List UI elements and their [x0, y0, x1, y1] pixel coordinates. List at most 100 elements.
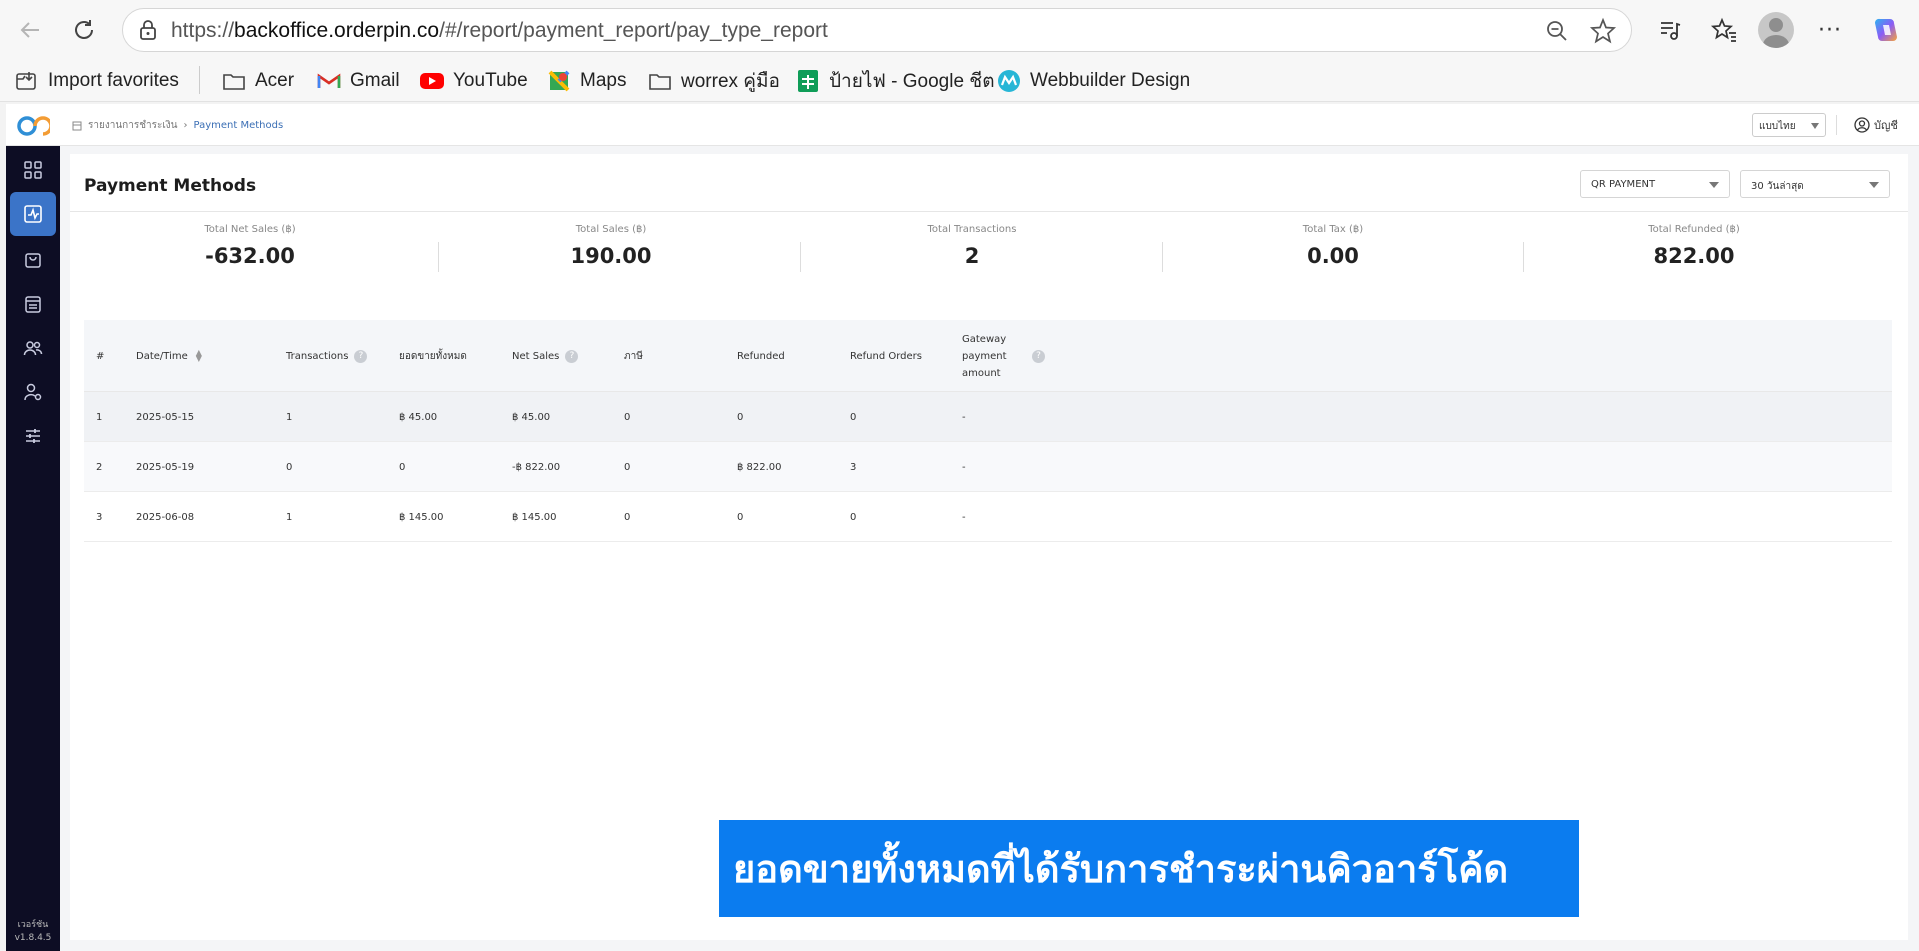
cell-total-sales: 0 [399, 461, 406, 473]
more-options-icon[interactable]: ··· [1814, 14, 1846, 46]
cell-net-sales: ฿ 145.00 [512, 511, 557, 523]
breadcrumb-chevron-icon: › [183, 120, 188, 131]
caption-banner: ยอดขายทั้งหมดที่ได้รับการชำระผ่านคิวอาร์… [719, 820, 1579, 917]
sidebar-item-inventory[interactable] [10, 282, 56, 326]
sidebar-item-customers[interactable] [10, 326, 56, 370]
stat-total-transactions: Total Transactions 2 [927, 224, 1017, 268]
column-datetime[interactable]: Date/Time ▲ ▼ [136, 320, 202, 392]
cell-gateway-amount: - [962, 511, 966, 523]
sidebar-item-orders[interactable] [10, 237, 56, 281]
column-net-sales: Net Sales? [512, 320, 579, 392]
cell-date: 2025-06-08 [136, 511, 195, 523]
column-transactions: Transactions? [286, 320, 368, 392]
cell-index: 2 [96, 461, 103, 473]
app-header: รายงานการชำระเงิน › Payment Methods แบบไ… [6, 104, 1919, 146]
media-icon[interactable] [1654, 14, 1686, 46]
breadcrumb-current: Payment Methods [193, 120, 284, 131]
back-arrow-icon[interactable] [12, 12, 48, 48]
inventory-icon [25, 296, 41, 313]
sidebar-item-settings[interactable] [10, 414, 56, 458]
bookmark-google-sheets[interactable]: ป้ายไฟ - Google ชีต [795, 68, 995, 94]
bookmark-worrex[interactable]: worrex คู่มือ [647, 68, 780, 94]
cell-refund-orders: 0 [850, 411, 857, 423]
cell-tax: 0 [624, 411, 631, 423]
language-select[interactable]: แบบไทย [1752, 113, 1826, 137]
address-bar[interactable]: https://backoffice.orderpin.co/#/report/… [122, 8, 1632, 52]
cell-refund-orders: 3 [850, 461, 857, 473]
bookmark-divider [199, 66, 200, 94]
bookmark-webbuilder[interactable]: Webbuilder Design [996, 68, 1190, 94]
user-circle-icon [1854, 117, 1870, 133]
help-icon[interactable]: ? [1032, 349, 1045, 363]
import-icon [14, 69, 40, 93]
sort-icon[interactable]: ▲ ▼ [196, 349, 202, 363]
help-icon[interactable]: ? [565, 349, 579, 363]
cell-tax: 0 [624, 511, 631, 523]
sidebar-item-reports[interactable] [10, 192, 56, 236]
payment-type-select[interactable]: QR PAYMENT [1580, 170, 1730, 198]
copilot-icon[interactable] [1870, 14, 1902, 46]
stat-total-tax: Total Tax (฿) 0.00 [1302, 224, 1364, 268]
cell-net-sales: ฿ 45.00 [512, 411, 551, 423]
help-icon[interactable]: ? [354, 349, 368, 363]
orderpin-logo[interactable] [16, 113, 50, 139]
sidebar-item-dashboard[interactable] [10, 148, 56, 192]
column-tax: ภาษี [624, 350, 643, 362]
youtube-icon [419, 69, 445, 93]
table-header: # Date/Time ▲ ▼ Transactions? ยอดขายทั้งหม… [84, 320, 1892, 392]
sidebar-item-staff[interactable] [10, 370, 56, 414]
sheets-icon [795, 69, 821, 93]
column-refunded: Refunded [737, 350, 785, 362]
app-window: รายงานการชำระเงิน › Payment Methods แบบไ… [6, 104, 1919, 951]
cell-index: 1 [96, 411, 103, 423]
chevron-down-icon [1811, 123, 1819, 129]
column-refund-orders: Refund Orders [850, 350, 923, 362]
zoom-out-icon[interactable] [1545, 19, 1569, 43]
bookmark-acer[interactable]: Acer [221, 68, 294, 94]
date-range-select[interactable]: 30 วันล่าสุด [1740, 170, 1890, 198]
cell-refunded: 0 [737, 511, 744, 523]
cell-refunded: 0 [737, 411, 744, 423]
folder-icon [221, 69, 247, 93]
bookmark-maps[interactable]: Maps [546, 68, 626, 94]
cell-index: 3 [96, 511, 103, 523]
favorites-list-icon[interactable] [1708, 14, 1740, 46]
maps-icon [546, 69, 572, 93]
refresh-icon[interactable] [66, 12, 102, 48]
breadcrumb-parent[interactable]: รายงานการชำระเงิน [88, 118, 178, 133]
header-divider [1836, 115, 1837, 135]
table-row: 3 2025-06-08 1 ฿ 145.00 ฿ 145.00 0 0 0 - [84, 492, 1892, 542]
cell-refund-orders: 0 [850, 511, 857, 523]
cell-date: 2025-05-19 [136, 461, 195, 473]
cell-transactions: 1 [286, 511, 293, 523]
bookmark-import-favorites[interactable]: Import favorites [14, 68, 179, 94]
bookmark-youtube[interactable]: YouTube [419, 68, 528, 94]
cell-total-sales: ฿ 45.00 [399, 411, 438, 423]
column-index: # [96, 350, 105, 362]
shopping-bag-icon [25, 253, 41, 268]
sidebar: เวอร์ชัน v1.8.4.5 [6, 146, 60, 951]
staff-settings-icon [24, 383, 42, 401]
account-menu[interactable]: บัญชี [1854, 116, 1898, 134]
report-icon [72, 121, 82, 130]
bookmark-gmail[interactable]: Gmail [316, 68, 400, 94]
column-total-sales: ยอดขายทั้งหมด [399, 350, 467, 362]
cell-date: 2025-05-15 [136, 411, 195, 423]
customers-icon [23, 341, 43, 356]
stat-total-refunded: Total Refunded (฿) 822.00 [1648, 224, 1740, 268]
lock-icon[interactable] [137, 19, 159, 41]
chevron-down-icon [1869, 182, 1879, 188]
dashboard-grid-icon [24, 161, 42, 179]
profile-avatar[interactable] [1758, 12, 1794, 48]
cell-tax: 0 [624, 461, 631, 473]
cell-gateway-amount: - [962, 461, 966, 473]
bookmarks-bar: Import favorites Acer Gmail YouTube Maps… [0, 60, 1919, 102]
cell-transactions: 1 [286, 411, 293, 423]
cell-transactions: 0 [286, 461, 293, 473]
chevron-down-icon [1709, 182, 1719, 188]
breadcrumb: รายงานการชำระเงิน › Payment Methods [72, 118, 283, 133]
favorite-star-icon[interactable] [1589, 17, 1617, 45]
cell-total-sales: ฿ 145.00 [399, 511, 444, 523]
table-row: 2 2025-05-19 0 0 -฿ 822.00 0 ฿ 822.00 3 … [84, 442, 1892, 492]
report-chart-icon [24, 205, 42, 223]
